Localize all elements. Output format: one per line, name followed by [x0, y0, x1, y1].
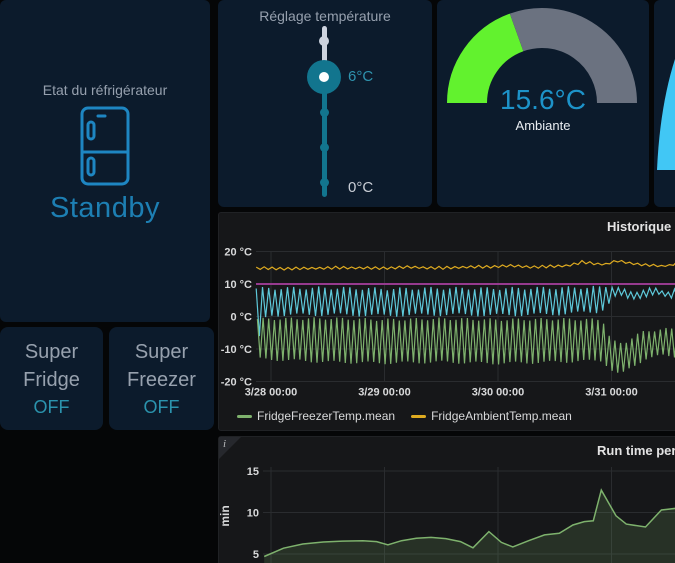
history-chart-plot[interactable]: 20 °C10 °C0 °C-10 °C-20 °C3/28 00:00 3/29… — [219, 213, 675, 432]
history-legend: FridgeFreezerTemp.mean FridgeAmbientTemp.… — [237, 409, 572, 423]
super-freezer-label-2: Freezer — [127, 368, 196, 391]
freezer-gauge-arc — [657, 59, 675, 170]
panel-ambient-gauge: 15.6°C Ambiante — [437, 0, 649, 207]
svg-text:10: 10 — [247, 508, 259, 520]
legend-item[interactable]: FridgeAmbientTemp.mean — [411, 409, 572, 423]
legend-label: FridgeFreezerTemp.mean — [257, 409, 396, 423]
panel-fridge-state: Etat du réfrigérateur Standby — [0, 0, 210, 322]
slider-tick-dot — [319, 36, 329, 46]
svg-text:3/31 00:00: 3/31 00:00 — [585, 387, 638, 399]
super-freezer-label-1: Super — [134, 340, 189, 363]
svg-text:3/29 00:00: 3/29 00:00 — [358, 387, 411, 399]
svg-text:3/30 00:00: 3/30 00:00 — [472, 387, 525, 399]
fridge-dashboard: Etat du réfrigérateur Standby Super Frid… — [0, 0, 675, 563]
super-fridge-state: OFF — [33, 396, 70, 417]
legend-color-dash — [411, 414, 427, 418]
panel-freezer-gauge-partial — [654, 0, 675, 207]
super-freezer-state: OFF — [143, 396, 180, 417]
slider-tick-dot — [320, 143, 329, 152]
svg-text:0 °C: 0 °C — [230, 312, 252, 324]
svg-text:5: 5 — [253, 549, 259, 561]
panel-super-fridge[interactable]: Super Fridge OFF — [0, 327, 103, 430]
ambient-gauge-value: 15.6°C — [500, 84, 586, 115]
slider-tick-dot — [320, 178, 329, 187]
svg-text:10 °C: 10 °C — [224, 279, 252, 291]
legend-item[interactable]: FridgeFreezerTemp.mean — [237, 409, 395, 423]
runtime-chart-plot[interactable]: 15 10 5 — [219, 437, 675, 563]
ambient-gauge-label: Ambiante — [515, 118, 571, 133]
svg-text:15: 15 — [247, 466, 259, 478]
fridge-icon — [80, 106, 130, 186]
slider-selected-value: 6°C — [348, 68, 374, 85]
panel-history: Historique 20 °C 10 °C 0 °C -10 °C -20 °C 3/2… — [218, 212, 675, 431]
legend-label: FridgeAmbientTemp.mean — [431, 409, 572, 423]
panel-title: Réglage température — [259, 8, 391, 24]
temp-slider-handle[interactable] — [307, 60, 341, 94]
slider-min-label: 0°C — [348, 179, 374, 196]
super-fridge-label-2: Fridge — [23, 368, 80, 391]
panel-temp-setting: Réglage température 6°C 0°C — [218, 0, 432, 207]
svg-text:3/28 00:00: 3/28 00:00 — [245, 387, 298, 399]
panel-super-freezer[interactable]: Super Freezer OFF — [109, 327, 214, 430]
slider-tick-dot — [320, 108, 329, 117]
slider-handle-dot — [319, 72, 329, 82]
legend-color-dash — [237, 414, 252, 418]
svg-text:-10 °C: -10 °C — [221, 344, 252, 356]
panel-runtime: i Run time per day min 15105 — [218, 436, 675, 563]
panel-title: Etat du réfrigérateur — [42, 82, 168, 98]
svg-text:20 °C: 20 °C — [224, 247, 252, 259]
super-fridge-label-1: Super — [24, 340, 79, 363]
fridge-status-value: Standby — [50, 192, 160, 224]
